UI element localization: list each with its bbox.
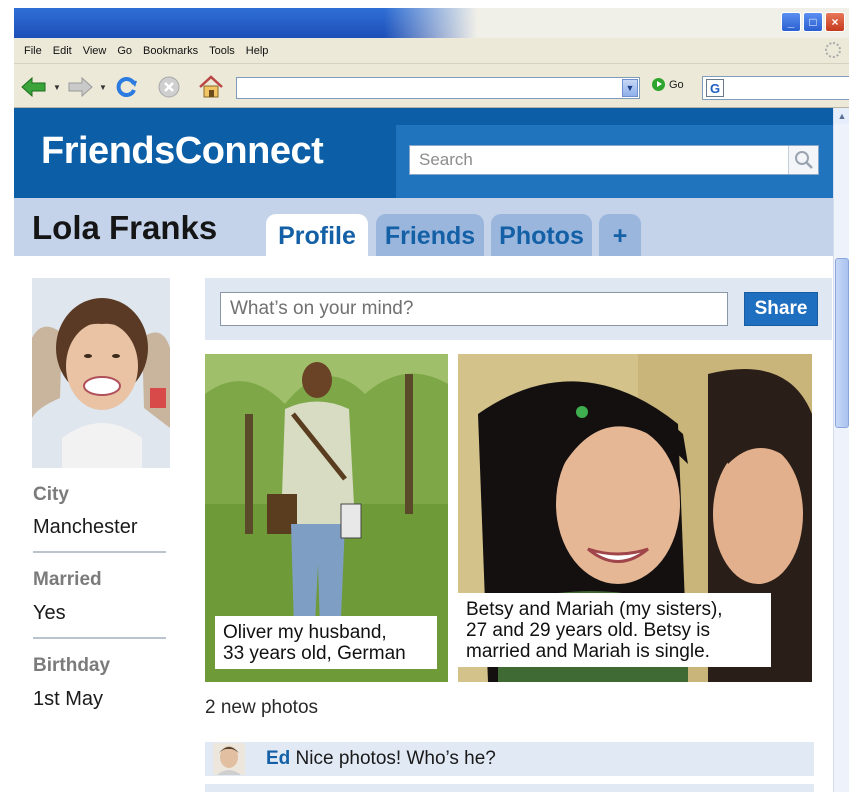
info-married-value: Yes xyxy=(33,602,66,624)
menu-view[interactable]: View xyxy=(83,45,107,57)
profile-subheader: Lola Franks Profile Friends Photos + xyxy=(14,198,833,256)
home-icon xyxy=(199,75,223,98)
info-married-label: Married xyxy=(33,569,102,590)
search-input[interactable] xyxy=(410,146,786,174)
tab-photos[interactable]: Photos xyxy=(491,214,592,256)
minimize-button[interactable]: _ xyxy=(781,12,801,32)
reload-icon xyxy=(116,77,137,97)
home-button[interactable] xyxy=(197,75,225,98)
comment-body: Nice photos! Who’s he? xyxy=(290,748,496,769)
vertical-scrollbar[interactable]: ▲ xyxy=(833,108,849,792)
scroll-up-icon[interactable]: ▲ xyxy=(834,108,849,124)
photo-sisters[interactable]: Betsy and Mariah (my sisters), 27 and 29… xyxy=(458,354,812,682)
menu-bar: File Edit View Go Bookmarks Tools Help xyxy=(14,38,849,64)
forward-arrow-icon xyxy=(68,77,93,97)
menu-bookmarks[interactable]: Bookmarks xyxy=(143,45,198,57)
comment-text: Ed Nice photos! Who’s he? xyxy=(266,748,496,770)
maximize-button[interactable]: □ xyxy=(803,12,823,32)
reload-button[interactable] xyxy=(114,76,140,98)
site-search xyxy=(409,145,819,175)
scroll-thumb[interactable] xyxy=(835,258,849,428)
photo-oliver-caption: Oliver my husband, 33 years old, German xyxy=(215,616,437,669)
menu-edit[interactable]: Edit xyxy=(53,45,72,57)
tab-profile[interactable]: Profile xyxy=(266,214,368,256)
share-button[interactable]: Share xyxy=(744,292,818,326)
close-button[interactable]: × xyxy=(825,12,845,32)
profile-name: Lola Franks xyxy=(32,209,218,246)
menu-help[interactable]: Help xyxy=(246,45,269,57)
info-divider xyxy=(33,637,166,639)
photo-oliver[interactable]: Oliver my husband, 33 years old, German xyxy=(205,354,448,682)
info-city-label: City xyxy=(33,484,69,505)
menu-file[interactable]: File xyxy=(24,45,42,57)
profile-photo[interactable] xyxy=(32,278,170,468)
info-birthday-value: 1st May xyxy=(33,688,104,710)
back-dropdown-icon[interactable]: ▼ xyxy=(52,76,62,98)
status-update-box: Share xyxy=(205,278,832,340)
google-search-icon: G xyxy=(706,79,724,97)
caption-line: Oliver my husband, xyxy=(223,622,387,643)
site-header: FriendsConnect xyxy=(14,108,833,198)
toolbar-search-field[interactable]: G xyxy=(702,76,849,100)
profile-photo-image xyxy=(32,278,170,468)
tab-add[interactable]: + xyxy=(599,214,641,256)
page-viewport: FriendsConnect Lola Franks Profile Frien… xyxy=(14,108,849,792)
status-input[interactable] xyxy=(220,292,728,326)
window-controls: _ □ × xyxy=(781,12,845,32)
throbber-icon xyxy=(825,42,841,58)
go-button[interactable]: Go xyxy=(652,78,684,91)
window-titlebar xyxy=(14,8,849,38)
commenter-avatar-image xyxy=(213,743,245,775)
stop-icon xyxy=(158,76,180,98)
navigation-toolbar: ▼ ▼ ▼ Go G xyxy=(14,64,849,108)
comment-row: Ed Nice photos! Who’s he? xyxy=(205,742,814,776)
search-button[interactable] xyxy=(788,146,818,174)
site-logo[interactable]: FriendsConnect xyxy=(41,130,324,173)
info-city-value: Manchester xyxy=(33,516,138,538)
go-arrow-icon xyxy=(652,78,665,91)
forward-dropdown-icon[interactable]: ▼ xyxy=(98,76,108,98)
comment-avatar[interactable] xyxy=(213,743,245,775)
comment-author[interactable]: Ed xyxy=(266,748,290,769)
forward-button[interactable] xyxy=(66,76,94,98)
back-arrow-icon xyxy=(21,77,46,97)
caption-line: 33 years old, German xyxy=(223,643,406,664)
caption-line: married and Mariah is single. xyxy=(466,641,710,662)
info-birthday-label: Birthday xyxy=(33,655,111,676)
address-dropdown-icon[interactable]: ▼ xyxy=(622,79,638,97)
comment-row-partial xyxy=(205,784,814,792)
caption-line: 27 and 29 years old. Betsy is xyxy=(466,620,710,641)
stop-button[interactable] xyxy=(156,76,182,98)
new-photos-count: 2 new photos xyxy=(205,697,319,718)
menu-tools[interactable]: Tools xyxy=(209,45,235,57)
menu-go[interactable]: Go xyxy=(117,45,132,57)
caption-line: Betsy and Mariah (my sisters), xyxy=(466,599,723,620)
go-label: Go xyxy=(669,78,684,91)
tab-friends[interactable]: Friends xyxy=(376,214,484,256)
info-divider xyxy=(33,551,166,553)
search-icon xyxy=(794,151,813,169)
photo-sisters-caption: Betsy and Mariah (my sisters), 27 and 29… xyxy=(458,593,771,667)
back-button[interactable] xyxy=(20,76,48,98)
address-bar[interactable]: ▼ xyxy=(236,77,640,99)
